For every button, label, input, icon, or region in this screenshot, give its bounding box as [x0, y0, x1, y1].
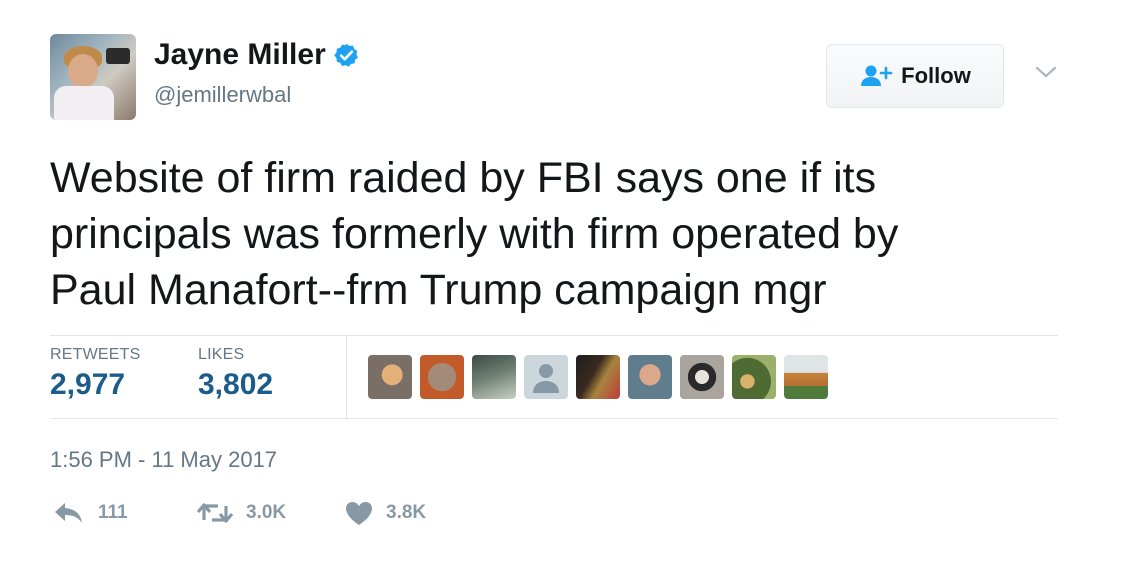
avatar-face — [68, 54, 98, 88]
author-handle[interactable]: @jemillerwbal — [154, 82, 291, 108]
heart-icon — [346, 502, 372, 525]
retweets-stat[interactable]: RETWEETS 2,977 — [50, 346, 141, 402]
retweet-count: 3.0K — [246, 502, 287, 523]
liker-avatar-cat-lying[interactable] — [784, 355, 828, 399]
retweet-action[interactable]: 3.0K — [196, 500, 286, 526]
likes-label: LIKES — [198, 346, 245, 363]
follow-person-plus-icon — [861, 65, 893, 86]
avatar-shirt — [54, 86, 114, 120]
liker-avatar-default[interactable] — [524, 355, 568, 399]
tweet-text: Website of firm raided by FBI says one i… — [50, 150, 1060, 318]
verified-badge-icon — [334, 43, 358, 67]
author-avatar[interactable] — [50, 34, 136, 120]
avatar-camera — [106, 48, 130, 64]
liker-avatar-outdoor[interactable] — [472, 355, 516, 399]
tweet-text-line: Paul Manafort--frm Trump campaign mgr — [50, 266, 827, 314]
tweet-text-line: principals was formerly with firm operat… — [50, 210, 899, 258]
likes-value: 3,802 — [198, 368, 274, 401]
liker-avatar-garden[interactable] — [732, 355, 776, 399]
tweet-text-line: Website of firm raided by FBI says one i… — [50, 154, 877, 202]
retweets-value: 2,977 — [50, 368, 126, 401]
liker-avatar-cat[interactable] — [368, 355, 412, 399]
follow-button-label: Follow — [901, 63, 971, 88]
stats-vertical-divider — [346, 336, 347, 418]
stats-top-divider — [50, 335, 1058, 336]
author-name[interactable]: Jayne Miller — [154, 38, 326, 72]
liker-avatars — [368, 355, 828, 399]
likes-stat[interactable]: LIKES 3,802 — [198, 346, 273, 402]
reply-icon — [55, 503, 82, 523]
liker-avatar-rock[interactable] — [420, 355, 464, 399]
liker-avatar-dog[interactable] — [680, 355, 724, 399]
author-name-row[interactable]: Jayne Miller — [154, 38, 360, 72]
reply-count: 111 — [98, 502, 128, 523]
default-person-icon — [533, 364, 559, 393]
retweets-label: RETWEETS — [50, 346, 141, 363]
like-action[interactable]: 3.8K — [344, 500, 426, 526]
like-count: 3.8K — [386, 502, 427, 523]
reply-action[interactable]: 111 — [52, 500, 128, 526]
follow-button[interactable]: Follow — [826, 44, 1004, 108]
liker-avatar-portrait[interactable] — [628, 355, 672, 399]
tweet-timestamp[interactable]: 1:56 PM - 11 May 2017 — [50, 447, 277, 473]
liker-avatar-person[interactable] — [576, 355, 620, 399]
stats-bottom-divider — [50, 418, 1058, 419]
chevron-down-icon[interactable] — [1034, 62, 1058, 82]
retweet-icon — [196, 503, 234, 523]
